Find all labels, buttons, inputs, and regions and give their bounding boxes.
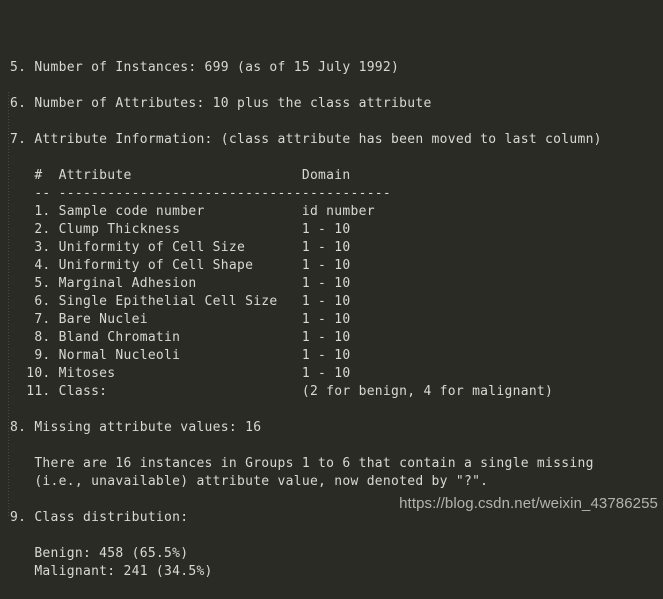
text-line: -- -------------------------------------… bbox=[10, 186, 392, 201]
text-line: 3. Uniformity of Cell Size 1 - 10 bbox=[10, 240, 351, 255]
indent-guide bbox=[8, 92, 9, 517]
text-line: 2. Clump Thickness 1 - 10 bbox=[10, 222, 351, 237]
text-viewer[interactable]: 5. Number of Instances: 699 (as of 15 Ju… bbox=[0, 0, 663, 579]
text-line: 11. Class: (2 for benign, 4 for malignan… bbox=[10, 384, 554, 399]
text-line: 6. Single Epithelial Cell Size 1 - 10 bbox=[10, 294, 351, 309]
text-line bbox=[10, 437, 663, 455]
text-line: 8. Bland Chromatin 1 - 10 bbox=[10, 330, 351, 345]
text-line bbox=[10, 401, 663, 419]
text-line: 4. Uniformity of Cell Shape 1 - 10 bbox=[10, 258, 351, 273]
document-text: 5. Number of Instances: 699 (as of 15 Ju… bbox=[10, 59, 663, 581]
text-line: 6. Number of Attributes: 10 plus the cla… bbox=[10, 96, 432, 111]
text-line bbox=[10, 491, 663, 509]
text-line: Benign: 458 (65.5%) bbox=[10, 546, 189, 561]
text-line: 10. Mitoses 1 - 10 bbox=[10, 366, 351, 381]
text-line: Malignant: 241 (34.5%) bbox=[10, 564, 213, 579]
text-line bbox=[10, 149, 663, 167]
text-line: 7. Bare Nuclei 1 - 10 bbox=[10, 312, 351, 327]
text-line: 5. Marginal Adhesion 1 - 10 bbox=[10, 276, 351, 291]
text-line: 9. Normal Nucleoli 1 - 10 bbox=[10, 348, 351, 363]
text-line: # Attribute Domain bbox=[10, 168, 351, 183]
text-line bbox=[10, 113, 663, 131]
text-line: 8. Missing attribute values: 16 bbox=[10, 420, 262, 435]
text-line bbox=[10, 527, 663, 545]
text-line: 1. Sample code number id number bbox=[10, 204, 375, 219]
text-line bbox=[10, 77, 663, 95]
text-line: (i.e., unavailable) attribute value, now… bbox=[10, 474, 489, 489]
text-line: There are 16 instances in Groups 1 to 6 … bbox=[10, 456, 594, 471]
text-line: 7. Attribute Information: (class attribu… bbox=[10, 132, 602, 147]
text-line: 9. Class distribution: bbox=[10, 510, 189, 525]
text-line: 5. Number of Instances: 699 (as of 15 Ju… bbox=[10, 60, 400, 75]
